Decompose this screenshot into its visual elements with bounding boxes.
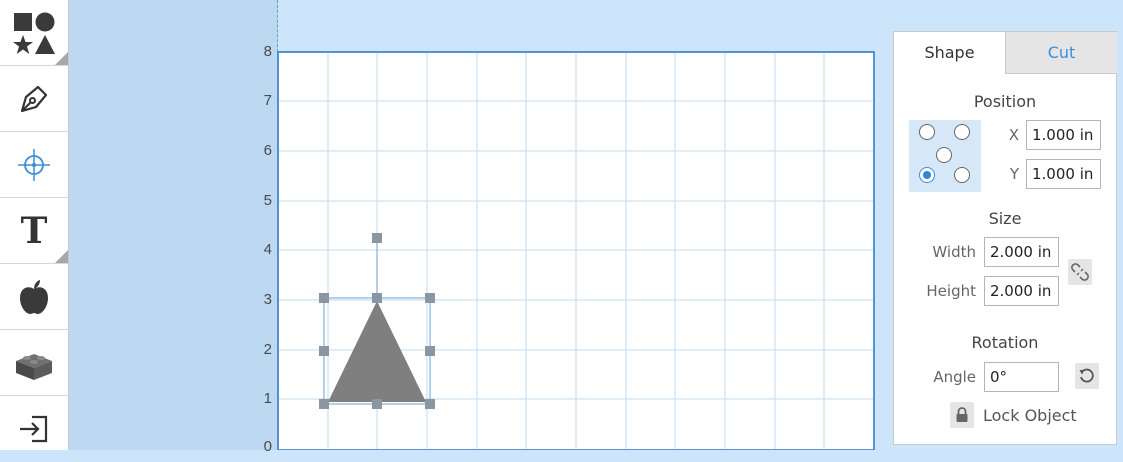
lock-object-label: Lock Object xyxy=(983,405,1077,425)
width-label: Width xyxy=(932,243,976,261)
properties-panel: Shape Cut Position X 1.000 in Y 1.000 in… xyxy=(893,31,1117,445)
resize-handle-bottom[interactable] xyxy=(372,399,382,409)
angle-field[interactable]: 0° xyxy=(984,362,1059,392)
resize-handle-top-left[interactable] xyxy=(319,293,329,303)
width-field[interactable]: 2.000 in xyxy=(984,237,1059,267)
y-position-field[interactable]: 1.000 in xyxy=(1026,159,1101,189)
angle-label: Angle xyxy=(933,368,976,386)
constrain-proportions-button[interactable] xyxy=(1068,259,1092,285)
y-label: Y xyxy=(1009,165,1019,183)
lock-object-toggle[interactable]: Lock Object xyxy=(950,402,1077,428)
resize-handle-left[interactable] xyxy=(319,346,329,356)
resize-handle-top[interactable] xyxy=(372,293,382,303)
tab-cut[interactable]: Cut xyxy=(1005,32,1117,74)
reset-rotation-button[interactable] xyxy=(1075,363,1099,389)
size-title: Size xyxy=(988,209,1022,228)
anchor-top-right-radio[interactable] xyxy=(954,124,970,140)
unlink-icon xyxy=(1071,263,1089,281)
tab-shape[interactable]: Shape xyxy=(894,32,1005,74)
position-title: Position xyxy=(973,92,1037,111)
height-field[interactable]: 2.000 in xyxy=(984,276,1059,306)
resize-handle-bottom-left[interactable] xyxy=(319,399,329,409)
x-position-field[interactable]: 1.000 in xyxy=(1026,120,1101,150)
anchor-selector xyxy=(909,120,981,192)
rotate-handle[interactable] xyxy=(372,233,382,243)
anchor-center-radio[interactable] xyxy=(936,147,952,163)
anchor-top-left-radio[interactable] xyxy=(919,124,935,140)
resize-handle-bottom-right[interactable] xyxy=(425,399,435,409)
height-label: Height xyxy=(926,282,976,300)
resize-handle-right[interactable] xyxy=(425,346,435,356)
rotation-title: Rotation xyxy=(971,333,1039,352)
resize-handle-top-right[interactable] xyxy=(425,293,435,303)
x-label: X xyxy=(1008,126,1019,144)
lock-icon xyxy=(950,402,974,428)
anchor-bottom-left-radio[interactable] xyxy=(919,167,935,183)
anchor-bottom-right-radio[interactable] xyxy=(954,167,970,183)
rotate-reset-icon xyxy=(1079,368,1094,383)
